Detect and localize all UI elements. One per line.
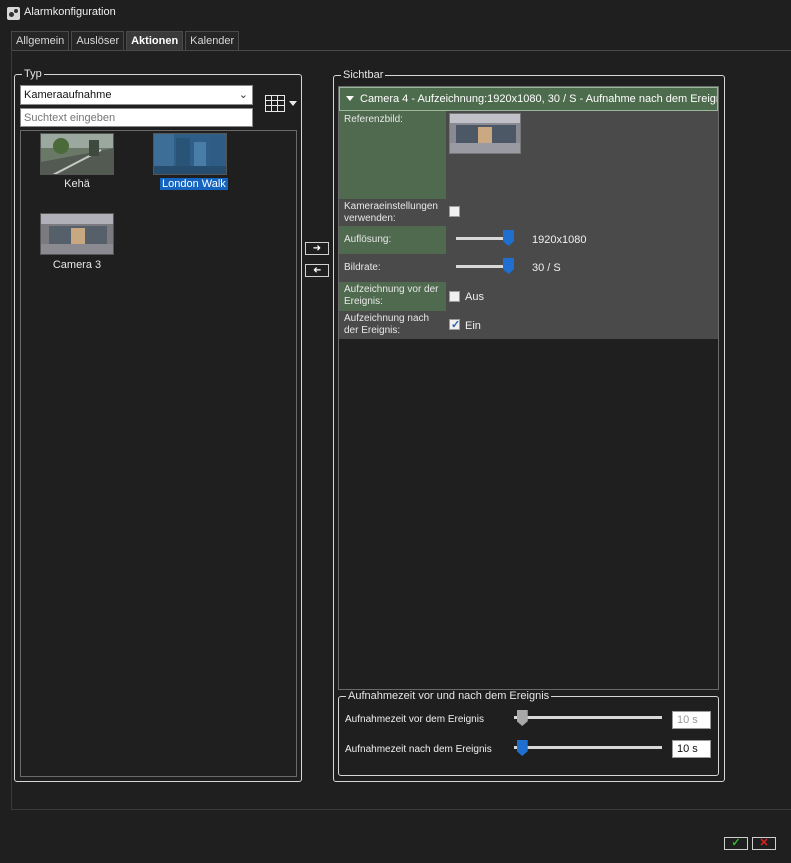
camera-label-kehae: Kehä <box>64 178 90 190</box>
grid-icon <box>265 95 285 112</box>
camera-label-camera-3: Camera 3 <box>52 259 102 271</box>
aufnahmezeit-vor-track <box>514 716 662 719</box>
aufloesung-label: Auflösung: <box>339 226 446 254</box>
tab-allgemein[interactable]: Allgemein <box>11 31 70 51</box>
aufnahmezeit-nach-field[interactable]: 10 s <box>672 740 711 758</box>
camera-item-kehae[interactable] <box>40 133 114 175</box>
aufloesung-value: 1920x1080 <box>532 234 587 246</box>
aufzeichnung-vor-value: Aus <box>465 291 484 303</box>
aufnahmezeit-vor-field[interactable]: 10 s <box>672 711 711 729</box>
aufzeichnung-nach-label: Aufzeichnung nach der Ereignis: <box>339 311 446 339</box>
referenzbild-label: Referenzbild: <box>339 111 446 199</box>
tab-bar: Allgemein Auslöser Aktionen Kalender <box>11 31 241 51</box>
chevron-down-icon: ⌄ <box>238 89 248 101</box>
aufnahmezeit-nach-label: Aufnahmezeit nach dem Ereignis <box>345 744 492 755</box>
aufnahmezeit-group <box>338 696 719 776</box>
sichtbar-group-title: Sichtbar <box>341 69 386 81</box>
camera-thumbnail <box>40 133 114 175</box>
aufzeichnung-nach-value: Ein <box>465 320 481 332</box>
add-button[interactable]: ➜ <box>305 242 329 255</box>
camera-item-camera-3[interactable] <box>40 213 114 255</box>
aufnahmezeit-nach-track <box>514 746 662 749</box>
kameraeinstellungen-label: Kameraeinstellungen verwenden: <box>339 200 446 226</box>
cancel-button[interactable]: ✕ <box>752 837 776 850</box>
typ-group-title: Typ <box>22 68 44 80</box>
aufzeichnung-vor-checkbox[interactable] <box>449 291 460 302</box>
remove-button[interactable]: ➜ <box>305 264 329 277</box>
tab-ausloeser[interactable]: Auslöser <box>71 31 125 51</box>
camera-header[interactable]: Camera 4 - Aufzeichnung:1920x1080, 30 / … <box>339 87 718 111</box>
arrow-left-icon: ➜ <box>312 265 322 276</box>
aufnahmezeit-vor-label: Aufnahmezeit vor dem Ereignis <box>345 714 484 725</box>
window-title: Alarmkonfiguration <box>24 6 116 18</box>
close-icon: ✕ <box>759 837 769 849</box>
collapse-triangle-icon <box>346 96 354 101</box>
title-bar <box>0 0 791 26</box>
dropdown-arrow-icon <box>289 101 297 106</box>
camera-item-london-walk[interactable] <box>153 133 227 175</box>
tab-kalender[interactable]: Kalender <box>185 31 240 51</box>
aufzeichnung-vor-label: Aufzeichnung vor der Ereignis: <box>339 282 446 311</box>
check-icon: ✓ <box>731 837 741 849</box>
aufnahmezeit-group-title: Aufnahmezeit vor und nach dem Ereignis <box>346 690 552 702</box>
tab-aktionen[interactable]: Aktionen <box>126 31 184 51</box>
ok-button[interactable]: ✓ <box>724 837 748 850</box>
search-input[interactable] <box>20 108 253 127</box>
camera-thumbnail <box>40 213 114 255</box>
type-select[interactable]: Kameraaufnahme ⌄ <box>20 85 253 105</box>
reference-image <box>449 113 521 154</box>
camera-label-london-walk: London Walk <box>160 178 228 190</box>
bildrate-value: 30 / S <box>532 262 561 274</box>
bildrate-label: Bildrate: <box>339 254 446 282</box>
aufzeichnung-nach-checkbox[interactable] <box>449 318 460 331</box>
camera-thumbnail <box>153 133 227 175</box>
camera-gear-icon <box>7 7 20 20</box>
kameraeinstellungen-checkbox[interactable] <box>449 206 460 217</box>
arrow-right-icon: ➜ <box>312 243 322 254</box>
type-select-value: Kameraaufnahme <box>24 89 112 101</box>
camera-header-text: Camera 4 - Aufzeichnung:1920x1080, 30 / … <box>360 93 718 105</box>
view-mode-button[interactable] <box>265 95 299 115</box>
